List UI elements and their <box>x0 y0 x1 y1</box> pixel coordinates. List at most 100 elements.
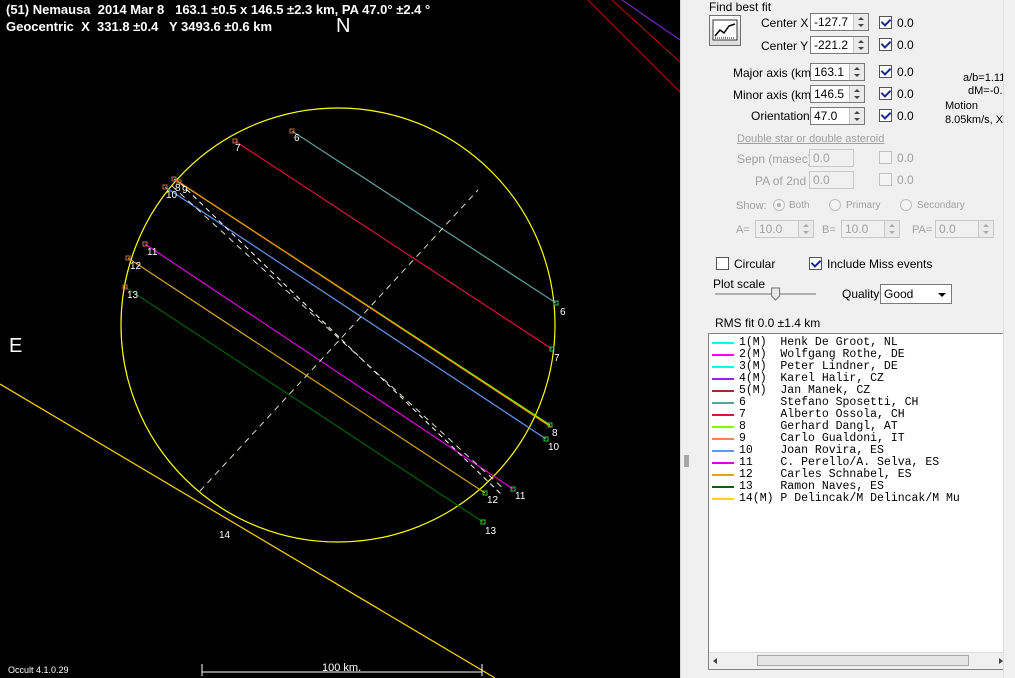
observer-name: 14(M) P Delincak/M Delincak/M Mu <box>739 492 960 505</box>
limit-line-a <box>587 0 680 93</box>
sepn-checkbox[interactable] <box>879 151 892 164</box>
major-axis-checkbox[interactable] <box>879 65 892 78</box>
chord-label-10: 10 <box>166 190 178 201</box>
end-label-10: 10 <box>548 442 560 453</box>
major-axis-input[interactable]: 163.1 <box>810 63 865 81</box>
observer-color-swatch <box>712 414 734 416</box>
slider-track <box>715 287 816 301</box>
spinner-icon[interactable] <box>853 14 868 30</box>
plot-scale-slider[interactable] <box>713 287 818 301</box>
center-x-input[interactable]: -127.7 <box>810 13 869 31</box>
show-primary-radio[interactable] <box>829 199 841 211</box>
quality-label: Quality <box>842 287 880 301</box>
chord-label-9: 9 <box>182 185 188 196</box>
asteroid-limb-ellipse <box>120 107 556 543</box>
scroll-left-icon[interactable] <box>713 658 717 664</box>
center-x-checkbox[interactable] <box>879 16 892 29</box>
spinner-icon[interactable] <box>849 108 864 124</box>
rms-fit-label: RMS fit 0.0 ±1.4 km <box>715 316 821 330</box>
b-label: B= <box>822 224 836 236</box>
chord-7 <box>234 140 553 350</box>
minor-axis-checkbox[interactable] <box>879 87 892 100</box>
limit-line-b <box>611 0 680 63</box>
minor-axis-error: 0.0 <box>897 87 914 101</box>
a-input[interactable]: 10.0 <box>755 220 814 238</box>
limit-line-c <box>621 0 680 41</box>
observer-list[interactable]: 1(M) Henk De Groot, NL 2(M) Wolfgang Roth… <box>708 333 1008 670</box>
pa-input[interactable]: 0.0 <box>935 220 994 238</box>
horizontal-scrollbar[interactable] <box>709 652 1007 669</box>
quality-dropdown[interactable]: Good <box>880 284 952 304</box>
observer-color-swatch <box>712 450 734 452</box>
end-label-8: 8 <box>552 428 558 439</box>
center-y-error: 0.0 <box>897 38 914 52</box>
center-x-label: Center X <box>761 16 809 30</box>
chord-10 <box>164 186 547 440</box>
profile-chart: 6 7 8 9 10 11 12 13 14 6 7 8 10 11 12 13 <box>0 0 680 678</box>
splitter-grip[interactable] <box>684 455 689 467</box>
chord-label-12: 12 <box>130 261 142 272</box>
include-miss-checkbox[interactable] <box>809 257 822 270</box>
show-label: Show: <box>736 200 767 212</box>
minor-axis-input[interactable]: 146.5 <box>810 85 865 103</box>
spinner-icon[interactable] <box>853 37 868 53</box>
end-label-6: 6 <box>560 307 566 318</box>
spinner-icon[interactable] <box>849 86 864 102</box>
chevron-down-icon <box>938 293 946 297</box>
circular-checkbox[interactable] <box>716 257 729 270</box>
major-axis-error: 0.0 <box>897 65 914 79</box>
observer-color-swatch <box>712 426 734 428</box>
orientation-input[interactable]: 47.0 <box>810 107 865 125</box>
spinner-icon[interactable] <box>798 221 813 237</box>
observer-color-swatch <box>712 486 734 488</box>
spinner-icon[interactable] <box>884 221 899 237</box>
pa2-label: PA of 2nd <box>755 174 807 188</box>
center-y-checkbox[interactable] <box>879 38 892 51</box>
spinner-icon[interactable] <box>849 64 864 80</box>
sepn-error: 0.0 <box>897 151 914 165</box>
orientation-checkbox[interactable] <box>879 109 892 122</box>
show-both-label: Both <box>789 200 810 211</box>
show-both-radio[interactable] <box>773 199 785 211</box>
b-input[interactable]: 10.0 <box>841 220 900 238</box>
center-y-input[interactable]: -221.2 <box>810 36 869 54</box>
chord-label-7: 7 <box>235 143 241 154</box>
scale-label: 100 km. <box>322 662 362 674</box>
observer-color-swatch <box>712 378 734 380</box>
panel-vertical-scrollbar[interactable] <box>1003 0 1015 678</box>
pa2-input[interactable]: 0.0 <box>809 171 854 189</box>
chord-label-13: 13 <box>127 290 139 301</box>
scrollbar-thumb[interactable] <box>757 655 969 666</box>
north-label: N <box>336 15 351 37</box>
observer-color-swatch <box>712 354 734 356</box>
east-label: E <box>9 335 23 357</box>
panel-splitter[interactable] <box>680 0 693 678</box>
chord-13 <box>124 286 484 523</box>
chord-label-11: 11 <box>147 247 158 258</box>
major-axis-line <box>199 189 479 492</box>
chord-6 <box>291 130 557 304</box>
find-best-fit-label: Find best fit <box>709 0 772 14</box>
chord-label-14: 14 <box>219 530 231 541</box>
occultation-plot[interactable]: 6 7 8 9 10 11 12 13 14 6 7 8 10 11 12 13… <box>0 0 680 678</box>
minor-axis-label: Minor axis (km) <box>733 88 816 102</box>
slider-thumb[interactable] <box>771 287 781 301</box>
motion-value: 8.05km/s, X <box>945 114 1004 126</box>
observer-color-swatch <box>712 366 734 368</box>
double-star-link[interactable]: Double star or double asteroid <box>737 133 884 145</box>
chord-label-6: 6 <box>294 133 300 144</box>
include-miss-label: Include Miss events <box>827 257 933 271</box>
spinner-icon[interactable] <box>978 221 993 237</box>
sepn-label: Sepn (masec) <box>737 152 812 166</box>
show-secondary-radio[interactable] <box>900 199 912 211</box>
sepn-input[interactable]: 0.0 <box>809 149 854 167</box>
circular-label: Circular <box>734 257 776 271</box>
orientation-label: Orientation <box>751 109 810 123</box>
pa2-checkbox[interactable] <box>879 173 892 186</box>
end-label-7: 7 <box>554 353 560 364</box>
observer-color-swatch <box>712 402 734 404</box>
find-best-fit-button[interactable] <box>709 15 741 46</box>
observer-color-swatch <box>712 390 734 392</box>
observer-color-swatch <box>712 462 734 464</box>
pa-label: PA= <box>912 224 933 236</box>
